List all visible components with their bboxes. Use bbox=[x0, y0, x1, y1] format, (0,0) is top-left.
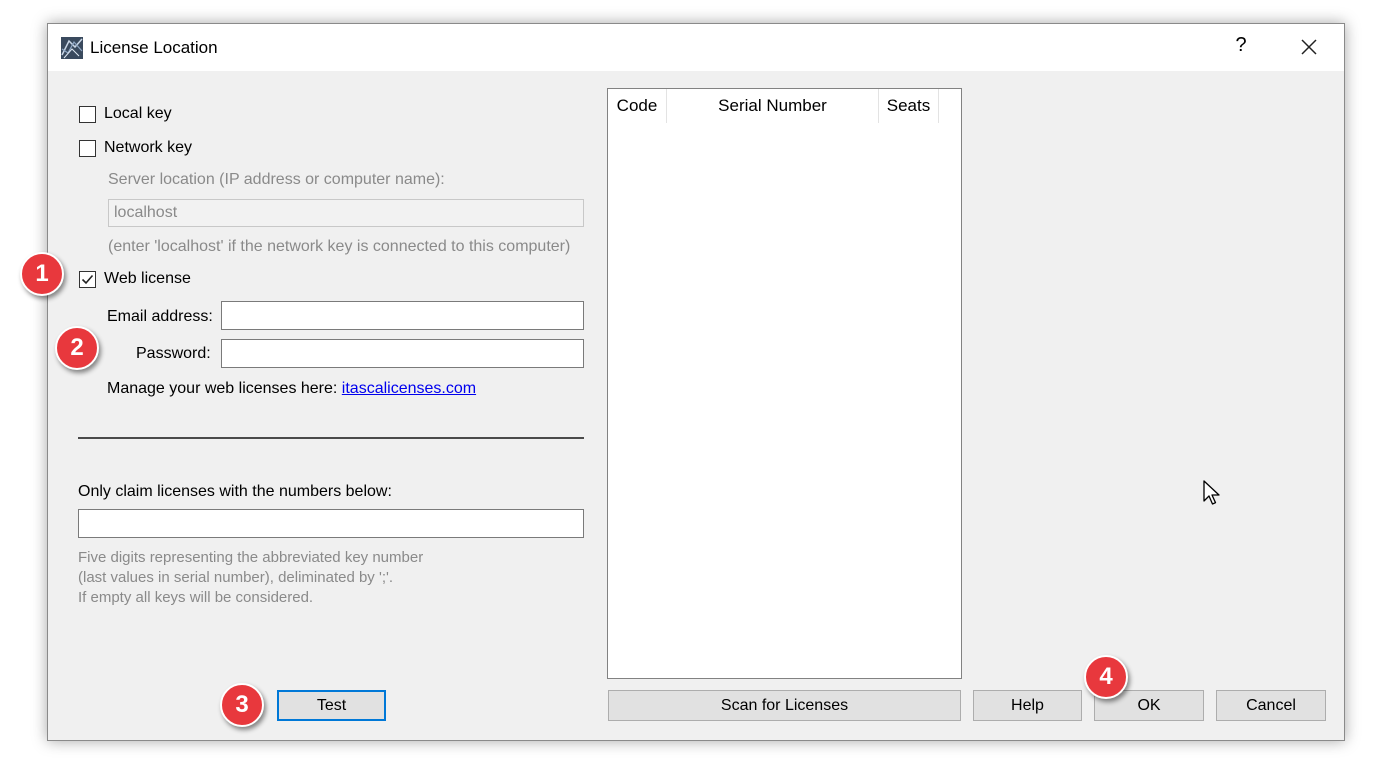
scan-for-licenses-button[interactable]: Scan for Licenses bbox=[608, 690, 961, 721]
close-icon[interactable] bbox=[1298, 36, 1320, 58]
web-license-checkbox[interactable] bbox=[79, 271, 96, 288]
title-help-button[interactable]: ? bbox=[1231, 34, 1251, 57]
column-header-serial-number[interactable]: Serial Number bbox=[667, 89, 879, 123]
step-badge-3: 3 bbox=[220, 683, 264, 727]
server-location-input[interactable] bbox=[108, 199, 584, 227]
title-bar: License Location ? bbox=[48, 24, 1344, 71]
step-badge-4: 4 bbox=[1084, 655, 1128, 699]
claim-numbers-input[interactable] bbox=[78, 509, 584, 538]
claim-help-line-3: If empty all keys will be considered. bbox=[78, 589, 314, 606]
network-key-checkbox[interactable] bbox=[79, 140, 96, 157]
web-license-label: Web license bbox=[104, 270, 191, 287]
claim-licenses-label: Only claim licenses with the numbers bel… bbox=[78, 483, 392, 500]
itascalicenses-link[interactable]: itascalicenses.com bbox=[342, 380, 476, 397]
window-title: License Location bbox=[90, 38, 218, 57]
claim-help-line-2: (last values in serial number), delimina… bbox=[78, 569, 394, 586]
manage-licenses-prefix: Manage your web licenses here: bbox=[107, 380, 342, 397]
mouse-cursor-icon bbox=[1203, 480, 1220, 505]
local-key-checkbox[interactable] bbox=[79, 106, 96, 123]
column-header-seats[interactable]: Seats bbox=[879, 89, 939, 123]
cancel-button[interactable]: Cancel bbox=[1216, 690, 1326, 721]
column-header-code[interactable]: Code bbox=[608, 89, 667, 123]
help-button[interactable]: Help bbox=[973, 690, 1082, 721]
email-input[interactable] bbox=[221, 301, 584, 330]
license-location-dialog: License Location ? Local key Network key… bbox=[47, 23, 1345, 741]
checkmark-icon bbox=[81, 274, 94, 285]
server-location-hint: (enter 'localhost' if the network key is… bbox=[108, 238, 571, 255]
step-badge-1: 1 bbox=[20, 252, 64, 296]
app-logo-icon bbox=[61, 37, 83, 59]
step-badge-2: 2 bbox=[55, 326, 99, 370]
network-key-label: Network key bbox=[104, 139, 193, 156]
server-location-label: Server location (IP address or computer … bbox=[108, 171, 445, 188]
section-divider bbox=[78, 437, 584, 439]
email-label: Email address: bbox=[107, 308, 213, 325]
password-input[interactable] bbox=[221, 339, 584, 368]
password-label: Password: bbox=[136, 345, 211, 362]
license-table[interactable]: Code Serial Number Seats bbox=[607, 88, 962, 679]
manage-licenses-text: Manage your web licenses here: itascalic… bbox=[107, 380, 476, 398]
local-key-label: Local key bbox=[104, 105, 172, 122]
claim-help-line-1: Five digits representing the abbreviated… bbox=[78, 549, 424, 566]
test-button[interactable]: Test bbox=[277, 690, 386, 721]
